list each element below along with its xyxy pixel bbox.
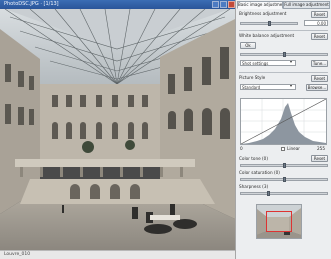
maximize-button[interactable]: [220, 1, 227, 8]
color-tone-slider-handle[interactable]: [283, 163, 286, 168]
white-balance-slider-handle[interactable]: [283, 52, 286, 57]
tune-button[interactable]: Tune...: [311, 60, 328, 67]
histogram-left-value: 0: [240, 146, 243, 151]
chevron-down-icon: ▾: [290, 59, 293, 64]
tab-basic-adjustment[interactable]: Basic image adjustment: [237, 1, 283, 9]
histogram-right-value: 255: [317, 146, 325, 151]
tone-curve-histogram[interactable]: [240, 98, 327, 145]
photo-image: [0, 9, 235, 250]
color-saturation-slider[interactable]: [240, 177, 328, 182]
sharpness-slider-handle[interactable]: [267, 191, 270, 196]
brightness-reset-button[interactable]: Reset: [311, 11, 328, 18]
photo-preview[interactable]: [0, 9, 235, 250]
adjustment-panel: Basic image adjustment Full image adjust…: [235, 0, 331, 259]
sharpness-label: Sharpness (3): [239, 184, 269, 189]
white-balance-label: White balance adjustment: [239, 33, 295, 38]
white-balance-slider[interactable]: [240, 52, 328, 57]
picture-style-reset-button[interactable]: Reset: [311, 75, 328, 82]
brightness-slider-handle[interactable]: [268, 21, 271, 26]
picture-style-select[interactable]: Standard: [240, 84, 296, 90]
brightness-label: Brightness adjustment: [239, 11, 287, 16]
navigator-thumbnail[interactable]: [256, 204, 302, 239]
status-text: Louvre_010: [4, 252, 31, 257]
white-balance-reset-button[interactable]: Reset: [311, 33, 328, 40]
color-tone-label: Color tone (0): [239, 156, 268, 161]
browse-button[interactable]: Browse...: [306, 84, 328, 91]
brightness-slider[interactable]: [240, 21, 298, 26]
tab-full-adjustment[interactable]: Full image adjustment: [283, 1, 330, 9]
title-bar: PhotoDSC.JPG · [1/13]: [0, 0, 235, 9]
color-saturation-label: Color saturation (0): [239, 170, 280, 175]
shot-settings-select[interactable]: Shot settings: [240, 60, 296, 66]
histogram-graph: [240, 98, 327, 145]
chevron-down-icon: ▾: [290, 83, 293, 88]
close-button[interactable]: [228, 1, 235, 8]
window-title: PhotoDSC.JPG · [1/13]: [4, 1, 59, 7]
white-balance-ok-button[interactable]: Ok: [240, 42, 256, 49]
color-tone-slider[interactable]: [240, 163, 328, 168]
panel-tabs: Basic image adjustment Full image adjust…: [237, 1, 330, 9]
divider: [239, 30, 328, 31]
linear-checkbox[interactable]: [281, 147, 285, 151]
color-saturation-slider-handle[interactable]: [283, 177, 286, 182]
color-tone-reset-button[interactable]: Reset: [311, 155, 328, 162]
picture-style-label: Picture Style: [239, 75, 266, 80]
brightness-value[interactable]: 0.00: [304, 20, 328, 26]
viewport-frame[interactable]: [266, 211, 292, 232]
divider: [239, 72, 328, 73]
sharpness-slider[interactable]: [240, 191, 328, 196]
linear-label: Linear: [287, 146, 301, 151]
minimize-button[interactable]: [212, 1, 219, 8]
status-bar: Louvre_010: [0, 250, 235, 259]
